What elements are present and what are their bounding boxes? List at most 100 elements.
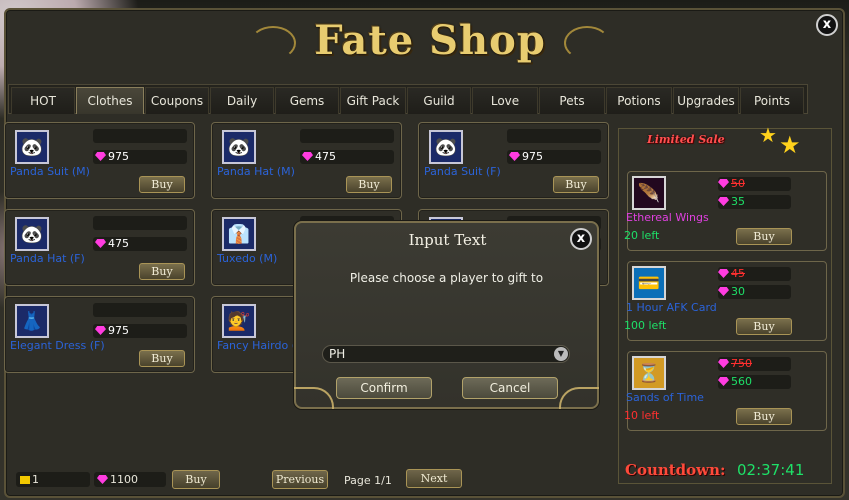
player-select[interactable]: PH ▼	[322, 345, 570, 363]
sale-item-name: 1 Hour AFK Card	[626, 301, 717, 314]
item-card: 🐼 475 Panda Hat (F) Buy	[4, 209, 195, 286]
buy-button[interactable]: Buy	[139, 350, 185, 367]
countdown-timer: 02:37:41	[737, 461, 805, 479]
cancel-button[interactable]: Cancel	[462, 377, 558, 399]
left-flourish-icon	[250, 26, 296, 60]
panda-hat-icon[interactable]: 🐼	[222, 130, 256, 164]
dress-icon[interactable]: 👗	[15, 304, 49, 338]
gem-icon	[718, 287, 729, 296]
corner-ornament-icon	[294, 387, 334, 409]
dialog-title: Input Text	[408, 231, 487, 249]
tab-clothes[interactable]: Clothes	[76, 87, 144, 114]
item-price: 975	[509, 150, 543, 163]
gem-count: 1100	[110, 473, 138, 486]
gem-icon	[95, 239, 106, 248]
old-price-value: 750	[731, 357, 752, 370]
limited-sale-title: Limited Sale	[647, 133, 725, 146]
selected-player: PH	[329, 347, 346, 361]
buy-button[interactable]: Buy	[139, 176, 185, 193]
right-flourish-icon	[564, 26, 610, 60]
tab-hot[interactable]: HOT	[11, 87, 75, 114]
sale-item-card: 🪶 50 35 Ethereal Wings 20 left Buy	[624, 171, 827, 251]
gem-icon	[718, 197, 729, 206]
panda-hat-icon[interactable]: 🐼	[15, 217, 49, 251]
next-page-button[interactable]: Next	[406, 469, 462, 488]
gem-icon	[718, 269, 729, 278]
tab-gift-pack[interactable]: Gift Pack	[340, 87, 406, 114]
page-indicator: Page 1/1	[344, 474, 392, 487]
previous-page-button[interactable]: Previous	[272, 470, 328, 489]
panda-suit-icon[interactable]: 🐼	[429, 130, 463, 164]
price-bar	[93, 129, 187, 143]
tab-potions[interactable]: Potions	[606, 87, 672, 114]
gem-icon	[718, 179, 729, 188]
tab-gems[interactable]: Gems	[275, 87, 339, 114]
price-value: 975	[108, 324, 129, 337]
sands-of-time-icon[interactable]: ⏳	[632, 356, 666, 390]
price-bar	[507, 129, 601, 143]
gem-balance: 1100	[94, 472, 166, 487]
wings-icon[interactable]: 🪶	[632, 176, 666, 210]
dialog-message: Please choose a player to gift to	[349, 271, 544, 285]
chevron-down-icon[interactable]: ▼	[554, 347, 568, 361]
gem-icon	[95, 326, 106, 335]
panda-suit-icon[interactable]: 🐼	[15, 130, 49, 164]
buy-button[interactable]: Buy	[139, 263, 185, 280]
old-price: 750	[718, 357, 791, 371]
sale-item-name: Sands of Time	[626, 391, 704, 404]
tab-love[interactable]: Love	[472, 87, 538, 114]
tab-pets[interactable]: Pets	[539, 87, 605, 114]
limited-sale-label: Limited Sale	[647, 133, 725, 146]
sale-item-card: ⏳ 750 560 Sands of Time 10 left Buy	[624, 351, 827, 431]
price-bar	[93, 216, 187, 230]
countdown-label: Countdown:	[625, 461, 726, 479]
sale-item-card: 💳 45 30 1 Hour AFK Card 100 left Buy	[624, 261, 827, 341]
sale-price: 30	[718, 285, 791, 299]
item-name: Elegant Dress (F)	[10, 339, 105, 352]
shop-title: Fate Shop	[314, 17, 546, 64]
sale-price-value: 35	[731, 195, 745, 208]
sale-buy-button[interactable]: Buy	[736, 228, 792, 245]
tab-points[interactable]: Points	[740, 87, 804, 114]
sale-buy-button[interactable]: Buy	[736, 318, 792, 335]
category-tabs: HOT Clothes Coupons Daily Gems Gift Pack Guild…	[8, 84, 808, 114]
hairdo-icon[interactable]: 💇	[222, 304, 256, 338]
old-price-value: 45	[731, 267, 745, 280]
shop-close-button[interactable]: x	[816, 14, 838, 36]
gem-icon	[718, 377, 729, 386]
star-icon: ★	[779, 131, 801, 159]
price-value: 475	[315, 150, 336, 163]
item-name: Panda Hat (F)	[10, 252, 85, 265]
corner-ornament-icon	[559, 387, 599, 409]
dialog-close-button[interactable]: x	[570, 228, 592, 250]
sale-price: 35	[718, 195, 791, 209]
tab-upgrades[interactable]: Upgrades	[673, 87, 739, 114]
tab-daily[interactable]: Daily	[210, 87, 274, 114]
stock-left: 100 left	[624, 319, 667, 332]
buy-button[interactable]: Buy	[346, 176, 392, 193]
buy-button[interactable]: Buy	[553, 176, 599, 193]
price-bar	[93, 303, 187, 317]
price-bar	[300, 129, 394, 143]
item-card: 👗 975 Elegant Dress (F) Buy	[4, 296, 195, 373]
afk-card-icon[interactable]: 💳	[632, 266, 666, 300]
gem-icon	[97, 475, 108, 484]
item-card: 🐼 475 Panda Hat (M) Buy	[211, 122, 402, 199]
confirm-button[interactable]: Confirm	[336, 377, 432, 399]
tab-guild[interactable]: Guild	[407, 87, 471, 114]
gem-icon	[302, 152, 313, 161]
item-name: Panda Suit (M)	[10, 165, 90, 178]
tab-coupons[interactable]: Coupons	[145, 87, 209, 114]
tuxedo-icon[interactable]: 👔	[222, 217, 256, 251]
coin-balance: 1	[16, 472, 90, 487]
item-price: 475	[95, 237, 129, 250]
sale-buy-button[interactable]: Buy	[736, 408, 792, 425]
old-price: 50	[718, 177, 791, 191]
old-price: 45	[718, 267, 791, 281]
buy-gems-button[interactable]: Buy	[172, 470, 220, 489]
coin-icon	[20, 476, 30, 484]
item-name: Panda Suit (F)	[424, 165, 501, 178]
item-name: Fancy Hairdo (	[217, 339, 296, 352]
limited-sale-panel: Limited Sale ★ ★ 🪶 50 35 Ethereal Wings 20 l…	[618, 123, 832, 484]
price-value: 475	[108, 237, 129, 250]
